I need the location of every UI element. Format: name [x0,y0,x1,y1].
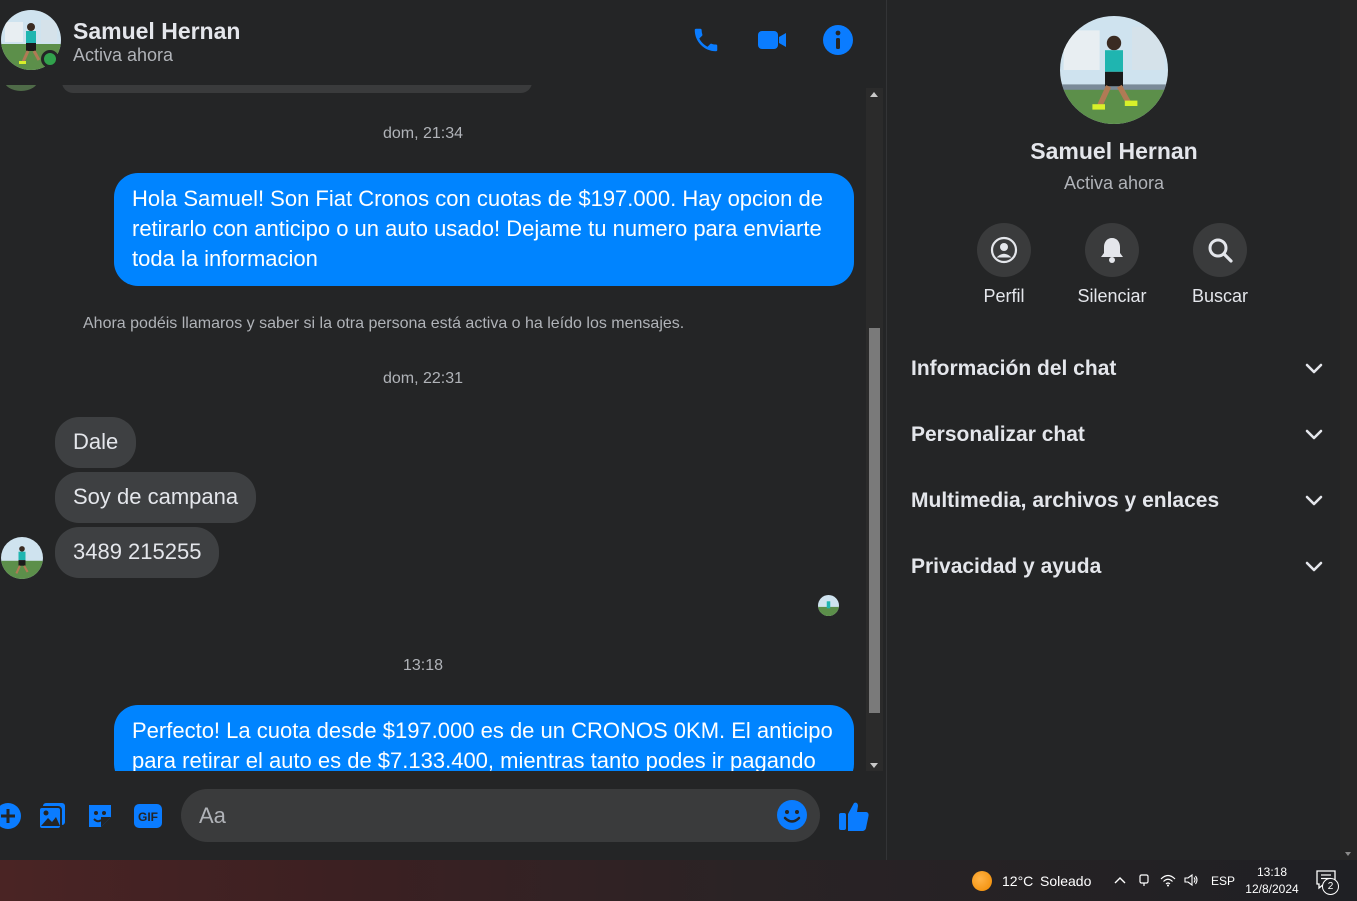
emoji-icon[interactable] [776,799,808,831]
search-button[interactable]: Buscar [1170,223,1270,307]
wifi-icon[interactable] [1160,872,1176,888]
section-label: Información del chat [911,357,1117,380]
contact-name[interactable]: Samuel Hernan [73,18,240,45]
info-icon[interactable] [820,22,856,58]
search-label: Buscar [1191,286,1249,306]
incoming-message[interactable]: Dale [55,417,137,468]
scroll-thumb[interactable] [869,328,880,713]
weather-temperature[interactable]: 12°C [1002,873,1033,889]
notification-count-badge: 2 [1322,878,1339,895]
panel-contact-name: Samuel Hernan [1030,138,1198,164]
profile-button[interactable]: Perfil [954,223,1054,307]
chat-pane: Samuel Hernan Activa ahora dom, 21:34 Ho… [0,0,885,860]
chevron-down-icon [1305,495,1323,506]
plus-icon[interactable] [0,800,24,832]
sun-icon[interactable] [972,871,992,891]
scroll-down-arrow-icon[interactable] [870,763,878,768]
chevron-down-icon [1305,363,1323,374]
section-label: Privacidad y ayuda [911,555,1102,578]
message-list[interactable]: dom, 21:34 Hola Samuel! Son Fiat Cronos … [0,85,866,771]
thumbs-up-icon[interactable] [836,798,872,834]
system-notice: Ahora podéis llamaros y saber si la otra… [83,315,685,332]
mute-button[interactable]: Silenciar [1062,223,1162,307]
clock-time[interactable]: 13:18 [1244,865,1300,879]
search-icon [1193,223,1247,277]
messenger-window: Samuel Hernan Activa ahora dom, 21:34 Ho… [0,0,1357,901]
conversation-info-panel: Samuel Hernan Activa ahora Perfil Silenc… [886,0,1340,860]
timestamp: dom, 21:34 [382,125,464,142]
timestamp: dom, 22:31 [382,370,464,387]
section-label: Multimedia, archivos y enlaces [911,489,1220,512]
taskbar: 12°C Soleado ESP 13:18 12/8/2024 2 [0,860,1357,901]
input-language[interactable]: ESP [1211,874,1235,888]
seen-indicator-avatar [818,595,839,616]
section-media-files-links[interactable]: Multimedia, archivos y enlaces [911,481,1323,521]
clock-date[interactable]: 12/8/2024 [1244,882,1300,896]
incoming-message[interactable]: Soy de campana [55,472,257,523]
chevron-down-icon [1305,429,1323,440]
timestamp: 13:18 [402,657,444,674]
outgoing-message[interactable]: Perfecto! La cuota desde $197.000 es de … [114,705,854,771]
sticker-icon[interactable] [84,800,116,832]
weather-condition[interactable]: Soleado [1040,873,1091,889]
outgoing-message[interactable]: Hola Samuel! Son Fiat Cronos con cuotas … [114,173,854,286]
panel-contact-avatar[interactable] [1060,16,1168,124]
message-input[interactable] [181,789,820,842]
composer: GIF [0,771,885,860]
bell-icon [1085,223,1139,277]
video-camera-icon[interactable] [754,22,790,58]
online-indicator [41,50,59,68]
panel-scrollbar[interactable] [1340,0,1357,860]
message-scrollbar[interactable] [866,88,883,772]
scroll-down-arrow-icon[interactable] [1345,852,1351,856]
device-icon[interactable] [1136,872,1152,888]
section-chat-info[interactable]: Información del chat [911,349,1323,389]
mute-label: Silenciar [1077,286,1147,306]
phone-icon[interactable] [688,22,724,58]
speaker-icon[interactable] [1183,872,1199,888]
previous-message-edge [62,85,532,93]
incoming-message[interactable]: 3489 215255 [55,527,220,578]
chevron-down-icon [1305,561,1323,572]
section-privacy-help[interactable]: Privacidad y ayuda [911,547,1323,587]
contact-avatar-small[interactable] [1,537,43,579]
section-label: Personalizar chat [911,423,1085,446]
scroll-up-arrow-icon[interactable] [870,92,878,97]
section-customize-chat[interactable]: Personalizar chat [911,415,1323,455]
panel-contact-status: Activa ahora [1063,173,1165,193]
image-icon[interactable] [36,800,68,832]
contact-status: Activa ahora [73,45,174,65]
gif-label: GIF [138,810,158,824]
profile-label: Perfil [983,286,1025,306]
profile-icon [977,223,1031,277]
chevron-up-icon[interactable] [1112,872,1128,888]
gif-icon[interactable]: GIF [132,800,164,832]
previous-avatar-edge [4,85,38,91]
chat-header: Samuel Hernan Activa ahora [0,0,885,85]
